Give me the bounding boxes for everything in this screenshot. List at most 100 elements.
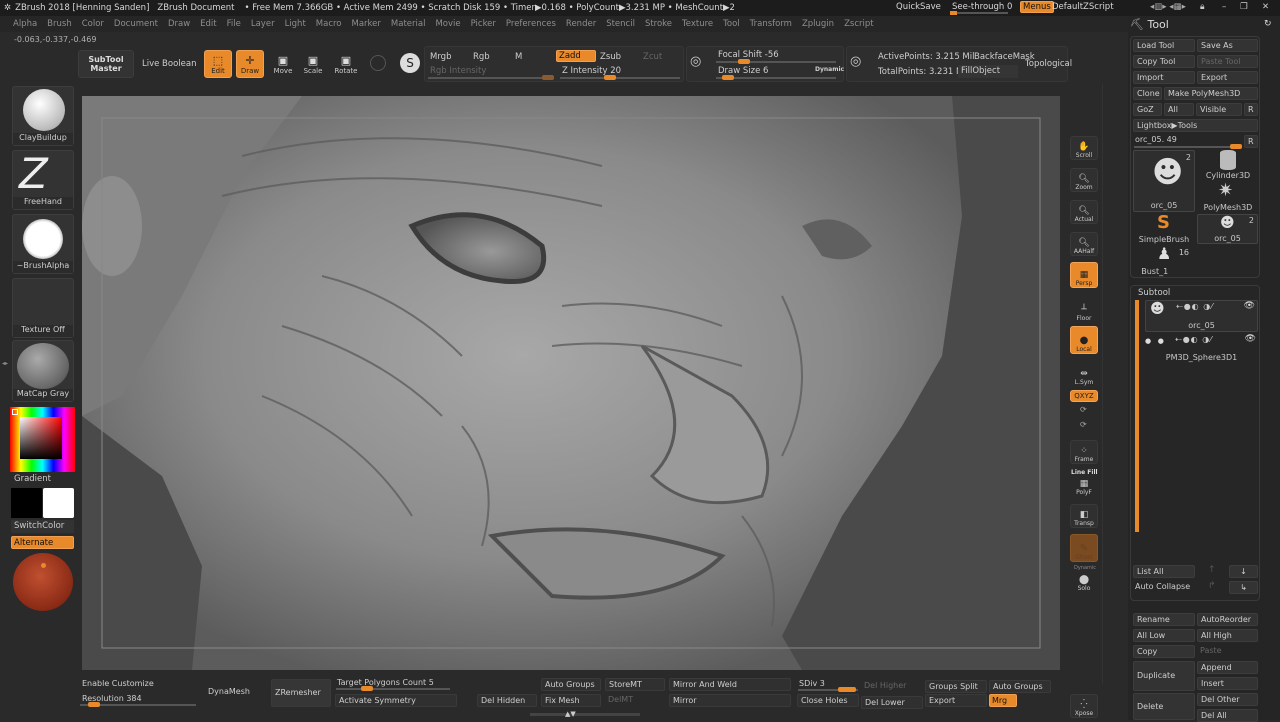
clone-button[interactable]: Clone [1133,87,1162,100]
tool-thumb-orc05[interactable]: ☻ 2 orc_05 [1133,150,1195,212]
menu-transform[interactable]: Transform [745,19,797,29]
lsym-button[interactable]: ⇹ L.Sym [1070,362,1098,386]
del-higher-button[interactable]: Del Higher [861,680,923,693]
draw-size-track[interactable] [716,75,836,80]
activate-symmetry-button[interactable]: Activate Symmetry [335,694,457,707]
target-polygons-track[interactable] [336,686,450,691]
scale-button[interactable]: ▣ Scale [300,50,326,78]
move-down-right-button[interactable]: ↳ [1229,581,1258,594]
enable-customize-button[interactable]: Enable Customize [82,679,154,688]
subtool-item-orc05[interactable]: ☻ ⇠●◐ ◑⁄ 👁︎ orc_05 [1145,300,1258,332]
menu-tool[interactable]: Tool [718,19,745,29]
focal-shift-track[interactable] [716,59,836,64]
brush-selector[interactable]: ClayBuildup [12,86,74,146]
goz-button[interactable]: GoZ [1133,103,1162,116]
alternate-button[interactable]: Alternate [11,536,74,549]
bottom-tray-handle[interactable] [530,713,640,716]
aahalf-button[interactable]: 🔍︎ AAHalf [1070,232,1098,256]
rotate-z-icon[interactable]: ⟳ [1080,420,1087,429]
polyf-button[interactable]: ▦ PolyF [1070,474,1098,496]
rgb-button[interactable]: Rgb [473,52,490,62]
dynamic-toggle[interactable]: Dynamic [815,66,844,73]
load-tool-button[interactable]: Load Tool [1133,39,1195,52]
copy-button[interactable]: Copy [1133,645,1195,658]
fix-mesh-button[interactable]: Fix Mesh [541,694,601,707]
rename-button[interactable]: Rename [1133,613,1195,626]
light-position-dot[interactable] [41,563,46,568]
menu-macro[interactable]: Macro [311,19,347,29]
target-polygons-slider[interactable]: Target Polygons Count 5 [337,678,434,687]
quicksave-button[interactable]: QuickSave [896,2,941,12]
secondary-color-swatch[interactable] [12,409,18,415]
tool-thumb-orc05-small[interactable]: ☻ 2 orc_05 [1197,214,1258,244]
transp-button[interactable]: ◧ Transp [1070,504,1098,528]
frame-button[interactable]: ⁘ Frame [1070,440,1098,464]
mirror-and-weld-button[interactable]: Mirror And Weld [669,678,791,691]
menu-zplugin[interactable]: Zplugin [797,19,839,29]
visibility-eye-icon[interactable]: 👁︎ [1244,301,1255,311]
color-picker[interactable] [10,407,75,472]
spotlight-icon[interactable]: S [400,53,420,73]
menu-material[interactable]: Material [386,19,431,29]
floor-button[interactable]: ┴ Floor [1070,298,1098,322]
persp-button[interactable]: ▦ Persp [1070,262,1098,288]
xpose-button[interactable]: ⁛ Xpose [1070,694,1098,718]
ghost-button[interactable]: ✎ Ghost [1070,534,1098,562]
insert-button[interactable]: Insert [1197,677,1258,690]
tool-thumb-bust[interactable]: ♟ 16 Bust_1 [1133,244,1195,276]
dynamic-brush-icon[interactable]: ◎ [850,54,861,69]
menu-light[interactable]: Light [280,19,311,29]
subtool-scrollbar[interactable] [1135,300,1139,532]
see-through-slider[interactable]: See-through 0 [952,2,1012,12]
layout-arrows-icon[interactable]: ◂▥▸ ◂▦▸ [1150,2,1186,12]
restore-icon[interactable]: ❐ [1240,2,1248,12]
tool-thumb-simplebrush[interactable]: S SimpleBrush [1133,212,1195,244]
default-zscript-button[interactable]: DefaultZScript [1052,2,1114,12]
polygroup-circle-icon[interactable] [370,55,386,71]
tool-thumb-polymesh[interactable]: ✷ PolyMesh3D [1198,180,1258,212]
goz-all-button[interactable]: All [1164,103,1194,116]
solo-button[interactable]: ⬤ Solo [1070,570,1098,592]
menu-marker[interactable]: Marker [347,19,386,29]
menu-draw[interactable]: Draw [163,19,195,29]
move-up-arrow-icon[interactable]: ↑ [1208,565,1216,575]
menu-picker[interactable]: Picker [466,19,501,29]
rotate-y-icon[interactable]: ⟳ [1080,405,1087,414]
resolution-track[interactable] [80,702,196,707]
menu-layer[interactable]: Layer [246,19,280,29]
menu-stroke[interactable]: Stroke [640,19,677,29]
subtool-toggles-icon-2[interactable]: ⇠●◐ ◑⁄ [1175,335,1213,344]
subtool-toggles-icon[interactable]: ⇠●◐ ◑⁄ [1176,302,1214,311]
mirror-button[interactable]: Mirror [669,694,791,707]
bottom-export-button[interactable]: Export [925,694,987,707]
menu-stencil[interactable]: Stencil [601,19,640,29]
visibility-eye-icon-2[interactable]: 👁︎ [1245,334,1256,344]
del-lower-button[interactable]: Del Lower [861,696,923,709]
tool-thumb-cylinder[interactable]: Cylinder3D [1198,150,1258,180]
gradient-button[interactable]: Gradient [14,474,51,484]
texture-selector[interactable]: Texture Off [12,278,74,338]
save-as-button[interactable]: Save As [1197,39,1258,52]
panel-refresh-icon[interactable]: ↻ [1264,19,1272,29]
stroke-selector[interactable]: Z FreeHand [12,149,74,210]
xyz-button[interactable]: QXYZ [1070,390,1098,402]
lightbox-tools-button[interactable]: Lightbox▶Tools [1133,119,1258,132]
del-all-button[interactable]: Del All [1197,709,1258,722]
dynamesh-button[interactable]: DynaMesh [205,679,269,707]
draw-button[interactable]: ✛ Draw [236,50,264,78]
export-button[interactable]: Export [1197,71,1258,84]
topological-button[interactable]: Topological [1025,59,1072,69]
menu-movie[interactable]: Movie [430,19,465,29]
paste-tool-button[interactable]: Paste Tool [1197,55,1258,68]
append-button[interactable]: Append [1197,661,1258,674]
auto-reorder-button[interactable]: AutoReorder [1197,613,1258,626]
lazy-mouse-icon[interactable]: ◎ [690,54,701,69]
zadd-button[interactable]: Zadd [556,50,596,62]
close-icon[interactable]: ✕ [1262,2,1269,12]
close-holes-button[interactable]: Close Holes [797,694,859,707]
mrg-button[interactable]: Mrg [989,694,1017,707]
menu-alpha[interactable]: Alpha [8,19,42,29]
groups-split-button[interactable]: Groups Split [925,680,987,693]
rgb-intensity-track[interactable] [428,75,554,80]
menu-render[interactable]: Render [561,19,601,29]
